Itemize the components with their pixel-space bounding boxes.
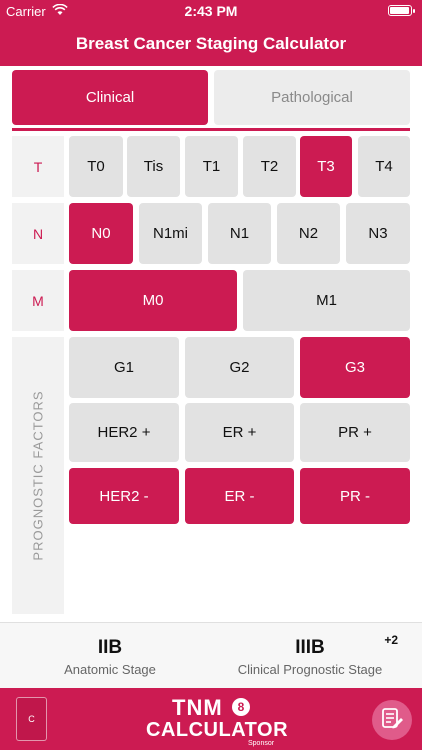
prognostic-stage-value: IIIB [295,637,325,658]
nav-bar: Breast Cancer Staging Calculator [0,22,422,66]
g1-button[interactable]: G1 [69,337,179,398]
n0-button[interactable]: N0 [69,203,133,264]
er-positive-button[interactable]: ER + [185,403,294,462]
logo-calculator-text: CALCULATOR [146,719,289,741]
notes-edit-icon [380,706,404,735]
row-label-prognostic: PROGNOSTIC FACTORS [12,337,64,614]
tis-button[interactable]: Tis [127,136,180,197]
logo-sponsor-text: Sponsor [248,740,275,747]
g3-button[interactable]: G3 [300,337,410,398]
t3-button[interactable]: T3 [300,136,352,197]
battery-icon [388,5,415,16]
er-negative-button[interactable]: ER - [185,468,294,524]
notes-edit-button[interactable] [372,700,412,740]
n3-button[interactable]: N3 [346,203,410,264]
status-bar: Carrier 2:43 PM [0,0,422,22]
row-label-n: N [12,203,64,264]
clock: 2:43 PM [184,3,238,19]
prognostic-delta-badge: +2 [384,633,398,647]
pr-positive-button[interactable]: PR + [300,403,410,462]
page-title: Breast Cancer Staging Calculator [75,34,347,53]
pr-negative-button[interactable]: PR - [300,468,410,524]
logo-edition-badge: 8 [232,698,250,716]
tnm-calculator-logo: TNM 8 CALCULATOR Sponsor [140,692,288,748]
t1-button[interactable]: T1 [185,136,238,197]
prognostic-stage-label: Clinical Prognostic Stage [237,662,383,677]
her2-negative-button[interactable]: HER2 - [69,468,179,524]
t4-button[interactable]: T4 [358,136,410,197]
results-bar: IIB Anatomic Stage IIIB Clinical Prognos… [0,622,422,688]
tab-clinical[interactable]: Clinical [12,70,208,125]
tab-indicator [12,128,410,131]
n2-button[interactable]: N2 [277,203,340,264]
her2-positive-button[interactable]: HER2 + [69,403,179,462]
bottom-bar: C TNM 8 CALCULATOR Sponsor [0,688,422,750]
tab-pathological[interactable]: Pathological [214,70,410,125]
sponsor-button[interactable]: C [16,697,47,741]
prognostic-factors-label: PROGNOSTIC FACTORS [30,390,46,561]
t0-button[interactable]: T0 [69,136,123,197]
row-label-t: T [12,136,64,197]
n1-button[interactable]: N1 [208,203,271,264]
anatomic-stage-value: IIB [97,637,123,658]
logo-tnm-text: TNM [172,695,223,720]
m1-button[interactable]: M1 [243,270,410,331]
anatomic-stage-label: Anatomic Stage [64,662,156,677]
g2-button[interactable]: G2 [185,337,294,398]
n1mi-button[interactable]: N1mi [139,203,202,264]
row-label-m: M [12,270,64,331]
t2-button[interactable]: T2 [243,136,296,197]
m0-button[interactable]: M0 [69,270,237,331]
